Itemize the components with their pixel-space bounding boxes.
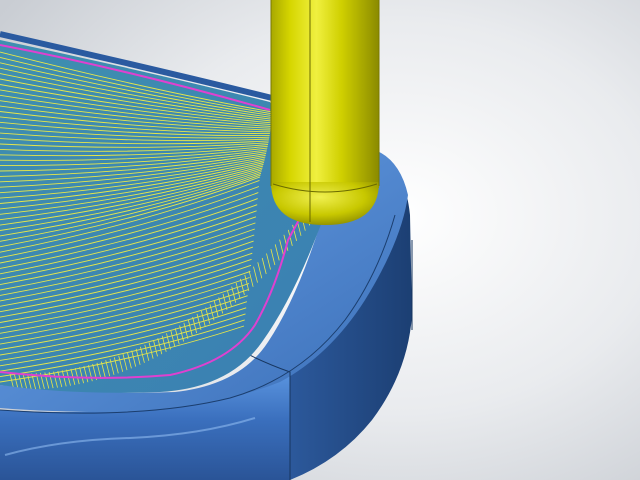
toolpath-scene[interactable] — [0, 0, 640, 480]
cam-3d-viewport[interactable] — [0, 0, 640, 480]
tool-shank — [271, 0, 379, 188]
ball-end-mill-tool[interactable] — [270, 0, 380, 225]
